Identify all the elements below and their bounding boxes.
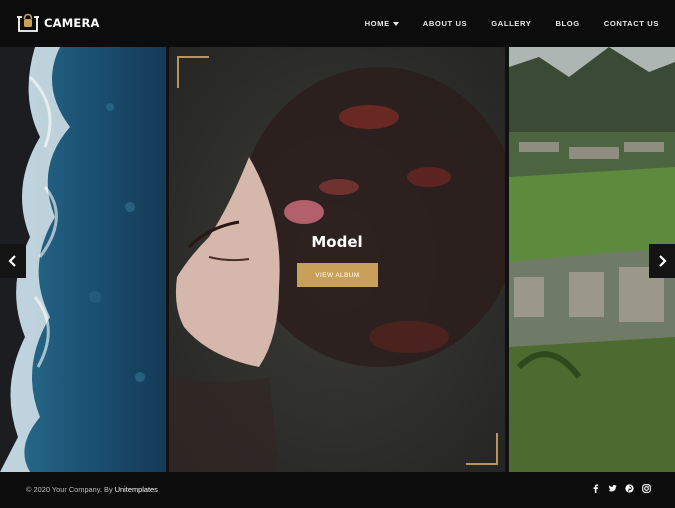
- chevron-right-icon: [659, 255, 667, 267]
- copyright-text: © 2020 Your Company. By Unitemplates: [26, 485, 158, 494]
- facebook-icon[interactable]: [591, 484, 600, 493]
- gallery-slider: Model VIEW ALBUM: [0, 47, 675, 472]
- frame-corner-top-left: [177, 56, 209, 88]
- instagram-icon[interactable]: [642, 484, 651, 493]
- slide-woman-with-flowers[interactable]: [169, 47, 505, 472]
- view-album-button[interactable]: VIEW ALBUM: [297, 263, 378, 287]
- brand-name: CAMERA: [44, 16, 100, 30]
- site-header: CAMERA HOME ABOUT US GALLERY BLOG CONTAC…: [0, 0, 675, 47]
- prev-slide-button[interactable]: [0, 244, 26, 278]
- nav-gallery[interactable]: GALLERY: [491, 19, 531, 28]
- credit-link[interactable]: Unitemplates: [115, 485, 158, 494]
- brand-logo[interactable]: CAMERA: [16, 13, 100, 33]
- social-links: [583, 484, 651, 493]
- next-slide-button[interactable]: [649, 244, 675, 278]
- nav-home[interactable]: HOME: [365, 19, 399, 28]
- site-footer: © 2020 Your Company. By Unitemplates: [0, 472, 675, 508]
- nav-contact-us[interactable]: CONTACT US: [604, 19, 659, 28]
- nav-about-us[interactable]: ABOUT US: [423, 19, 467, 28]
- slide-title: Model: [311, 233, 363, 251]
- pinterest-icon[interactable]: [625, 484, 634, 493]
- camera-bag-icon: [17, 13, 39, 32]
- model-image: [169, 47, 505, 472]
- nav-about-us-label: ABOUT US: [422, 19, 468, 28]
- copyright-label: © 2020 Your Company. By: [26, 485, 115, 494]
- nav-contact-us-label: CONTACT US: [603, 19, 659, 28]
- nav-blog[interactable]: BLOG: [555, 19, 579, 28]
- nav-gallery-label: GALLERY: [491, 19, 532, 28]
- chevron-down-icon: [392, 21, 399, 26]
- twitter-icon[interactable]: [608, 484, 617, 493]
- nav-home-label: HOME: [364, 19, 390, 28]
- nav-blog-label: BLOG: [555, 19, 580, 28]
- main-nav: HOME ABOUT US GALLERY BLOG CONTACT US: [365, 0, 659, 47]
- chevron-left-icon: [8, 255, 16, 267]
- frame-corner-bottom-right: [466, 433, 498, 465]
